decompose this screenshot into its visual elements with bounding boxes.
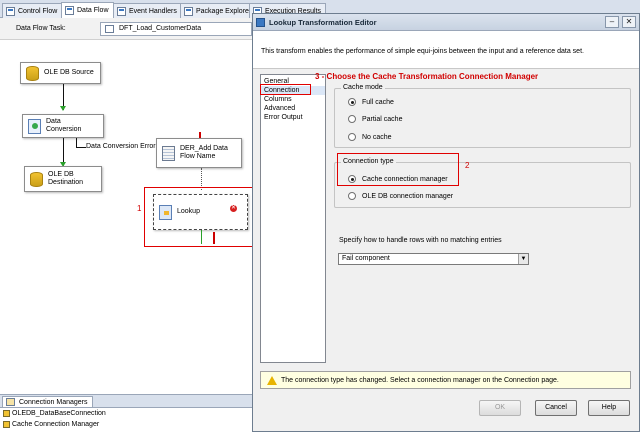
error-path[interactable] bbox=[76, 138, 77, 147]
data-flow-task-select[interactable]: DFT_Load_CustomerData bbox=[100, 22, 252, 36]
error-path-label: Data Conversion Error O bbox=[86, 143, 164, 150]
radio-label: No cache bbox=[362, 133, 392, 141]
tab-package-explorer[interactable]: Package Explorer bbox=[180, 3, 257, 18]
connection-manager-label: OLEDB_DataBaseConnection bbox=[12, 410, 106, 417]
connection-manager-label: Cache Connection Manager bbox=[12, 421, 100, 428]
cache-mode-group: Cache mode Full cache Partial cache No c… bbox=[334, 84, 631, 148]
data-conversion-icon bbox=[28, 118, 41, 134]
ole-db-destination-component[interactable]: OLE DB Destination bbox=[24, 166, 102, 192]
connection-managers-tab[interactable]: Connection Managers bbox=[2, 396, 93, 408]
error-icon: ✕ bbox=[230, 205, 237, 212]
tab-label: Event Handlers bbox=[129, 7, 177, 15]
task-icon bbox=[105, 25, 114, 33]
dialog-intro-text: This transform enables the performance o… bbox=[261, 48, 584, 55]
radio-label: OLE DB connection manager bbox=[362, 192, 454, 200]
app-icon bbox=[256, 18, 265, 27]
component-label: OLE DB Source bbox=[44, 69, 94, 76]
dialog-intro-panel: This transform enables the performance o… bbox=[253, 31, 639, 69]
connection-managers-list: OLEDB_DataBaseConnection Cache Connectio… bbox=[0, 408, 252, 432]
derived-column-icon bbox=[162, 145, 175, 161]
tab-label: Data Flow bbox=[77, 7, 109, 14]
control-flow-icon bbox=[6, 6, 15, 16]
database-icon bbox=[30, 171, 43, 187]
connection-type-highlight-box bbox=[337, 153, 459, 186]
lookup-component[interactable]: Lookup ✕ bbox=[153, 194, 248, 230]
tab-data-flow[interactable]: Data Flow bbox=[61, 2, 114, 18]
event-handlers-icon bbox=[117, 6, 126, 16]
chevron-down-icon: ▼ bbox=[518, 254, 528, 264]
derived-column-component[interactable]: DER_Add Data Flow Name bbox=[156, 138, 242, 168]
partial-cache-radio[interactable]: Partial cache bbox=[348, 115, 402, 123]
tab-label: Control Flow bbox=[18, 7, 58, 15]
nav-item-columns[interactable]: Columns bbox=[261, 95, 325, 104]
minimize-button[interactable]: – bbox=[605, 16, 619, 28]
error-output-mark bbox=[213, 232, 215, 244]
data-flow-task-label: Data Flow Task: bbox=[16, 25, 66, 32]
connection-managers-icon bbox=[6, 398, 15, 406]
data-flow-canvas[interactable]: OLE DB Source Data Conversion Data Conve… bbox=[0, 40, 257, 392]
oledb-connection-icon bbox=[3, 410, 10, 417]
component-label: DER_Add Data Flow Name bbox=[180, 145, 228, 160]
radio-icon bbox=[348, 133, 356, 141]
ok-button[interactable]: OK bbox=[479, 400, 521, 416]
error-connector-mark bbox=[199, 132, 201, 138]
nav-item-error-output[interactable]: Error Output bbox=[261, 113, 325, 122]
data-flow-task-bar: Data Flow Task: DFT_Load_CustomerData bbox=[0, 18, 252, 40]
warning-message: The connection type has changed. Select … bbox=[281, 377, 559, 384]
radio-selected-icon bbox=[348, 98, 356, 106]
page-navigation-list: General Connection Columns Advanced Erro… bbox=[260, 74, 326, 363]
annotation-number-2: 2 bbox=[465, 161, 470, 170]
close-button[interactable]: ✕ bbox=[622, 16, 636, 28]
connection-managers-header: Connection Managers bbox=[0, 394, 252, 408]
cache-mode-label: Cache mode bbox=[341, 84, 385, 91]
tab-control-flow[interactable]: Control Flow bbox=[2, 3, 63, 18]
dialog-title: Lookup Transformation Editor bbox=[269, 18, 377, 27]
connection-nav-highlight-box bbox=[260, 84, 311, 95]
lookup-icon bbox=[159, 204, 172, 220]
nav-item-advanced[interactable]: Advanced bbox=[261, 104, 325, 113]
data-flow-task-value: DFT_Load_CustomerData bbox=[119, 25, 202, 32]
path-arrow-icon bbox=[60, 106, 66, 111]
connection-manager-item[interactable]: OLEDB_DataBaseConnection bbox=[0, 409, 252, 419]
help-button[interactable]: Help bbox=[588, 400, 630, 416]
warning-icon bbox=[267, 376, 277, 385]
annotation-caption-3: 3 - Choose the Cache Transformation Conn… bbox=[315, 72, 539, 81]
component-label: Lookup bbox=[177, 208, 200, 215]
package-explorer-icon bbox=[184, 6, 193, 16]
ole-db-connection-manager-radio[interactable]: OLE DB connection manager bbox=[348, 192, 453, 200]
radio-label: Partial cache bbox=[362, 115, 403, 123]
database-icon bbox=[26, 65, 39, 81]
ole-db-source-component[interactable]: OLE DB Source bbox=[20, 62, 101, 84]
no-cache-radio[interactable]: No cache bbox=[348, 133, 392, 141]
no-match-rows-value: Fail component bbox=[342, 255, 390, 262]
tab-label: Package Explorer bbox=[196, 7, 252, 15]
no-match-rows-label: Specify how to handle rows with no match… bbox=[339, 237, 502, 244]
cancel-button[interactable]: Cancel bbox=[535, 400, 577, 416]
no-match-rows-select[interactable]: Fail component ▼ bbox=[338, 253, 529, 265]
lookup-transformation-editor-dialog: Lookup Transformation Editor – ✕ This tr… bbox=[252, 13, 640, 432]
data-conversion-component[interactable]: Data Conversion bbox=[22, 114, 104, 138]
radio-icon bbox=[348, 192, 356, 200]
radio-icon bbox=[348, 115, 356, 123]
data-flow-icon bbox=[65, 6, 74, 15]
connection-manager-item[interactable]: Cache Connection Manager bbox=[0, 420, 252, 430]
radio-label: Full cache bbox=[362, 98, 394, 106]
full-cache-radio[interactable]: Full cache bbox=[348, 98, 394, 106]
cache-connection-icon bbox=[3, 421, 10, 428]
component-label: OLE DB Destination bbox=[48, 171, 84, 186]
annotation-number-1: 1 bbox=[137, 204, 142, 213]
warning-message-bar: The connection type has changed. Select … bbox=[260, 371, 631, 389]
dialog-title-bar[interactable]: Lookup Transformation Editor – ✕ bbox=[253, 14, 639, 31]
tab-event-handlers[interactable]: Event Handlers bbox=[113, 3, 182, 18]
component-label: Data Conversion bbox=[46, 118, 82, 133]
lookup-output-path[interactable] bbox=[201, 230, 202, 244]
connection-managers-label: Connection Managers bbox=[19, 399, 88, 406]
